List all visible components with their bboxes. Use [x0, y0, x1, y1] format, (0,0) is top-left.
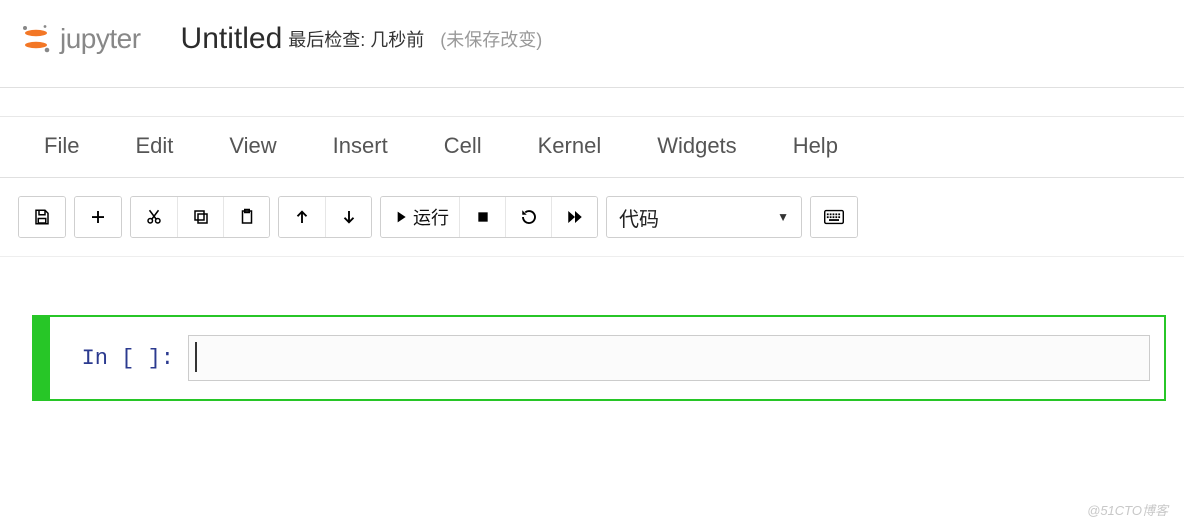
insert-cell-button[interactable] [75, 197, 121, 237]
command-palette-group [810, 196, 858, 238]
menu-insert[interactable]: Insert [333, 133, 388, 159]
fast-forward-icon [566, 208, 584, 226]
add-group [74, 196, 122, 238]
notebook-area: In [ ]: [0, 315, 1184, 401]
menubar-container: File Edit View Insert Cell Kernel Widget… [0, 116, 1184, 178]
menu-view[interactable]: View [229, 133, 276, 159]
copy-icon [192, 208, 210, 226]
clipboard-group [130, 196, 270, 238]
code-input[interactable] [189, 336, 1149, 380]
move-up-button[interactable] [279, 197, 325, 237]
restart-button[interactable] [505, 197, 551, 237]
menu-cell[interactable]: Cell [444, 133, 482, 159]
menubar: File Edit View Insert Cell Kernel Widget… [0, 117, 1184, 177]
command-palette-button[interactable] [811, 197, 857, 237]
code-cell[interactable]: In [ ]: [32, 315, 1166, 401]
run-label: 运行 [413, 204, 449, 230]
menu-widgets[interactable]: Widgets [657, 133, 736, 159]
menu-help[interactable]: Help [793, 133, 838, 159]
jupyter-logo-icon [20, 23, 52, 55]
run-icon [391, 209, 407, 225]
save-group [18, 196, 66, 238]
notebook-title[interactable]: Untitled [181, 22, 283, 56]
unsaved-status: (未保存改变) [440, 26, 542, 52]
save-button[interactable] [19, 197, 65, 237]
celltype-selected-label: 代码 [619, 203, 659, 232]
toolbar: 运行 代码 ▼ [0, 178, 1184, 257]
arrow-down-icon [340, 208, 358, 226]
text-cursor [195, 342, 197, 372]
chevron-down-icon: ▼ [777, 210, 789, 224]
save-icon [33, 208, 51, 226]
arrow-up-icon [293, 208, 311, 226]
logo[interactable]: jupyter [20, 23, 141, 55]
header: jupyter Untitled 最后检查: 几秒前 (未保存改变) [0, 0, 1184, 88]
restart-icon [520, 208, 538, 226]
brand-name: jupyter [60, 23, 141, 55]
interrupt-button[interactable] [459, 197, 505, 237]
paste-button[interactable] [223, 197, 269, 237]
run-group: 运行 [380, 196, 598, 238]
code-input-wrap[interactable] [188, 335, 1150, 381]
move-group [278, 196, 372, 238]
checkpoint-status: 最后检查: 几秒前 [288, 26, 424, 52]
menu-edit[interactable]: Edit [135, 133, 173, 159]
celltype-select[interactable]: 代码 ▼ [606, 196, 802, 238]
run-button[interactable]: 运行 [381, 197, 459, 237]
cut-icon [145, 208, 163, 226]
plus-icon [89, 208, 107, 226]
menu-file[interactable]: File [44, 133, 79, 159]
watermark: @51CTO博客 [1087, 500, 1168, 519]
cut-button[interactable] [131, 197, 177, 237]
restart-run-all-button[interactable] [551, 197, 597, 237]
move-down-button[interactable] [325, 197, 371, 237]
cell-prompt: In [ ]: [58, 346, 188, 371]
keyboard-icon [824, 209, 844, 225]
copy-button[interactable] [177, 197, 223, 237]
paste-icon [238, 208, 256, 226]
menu-kernel[interactable]: Kernel [538, 133, 602, 159]
stop-icon [475, 209, 491, 225]
